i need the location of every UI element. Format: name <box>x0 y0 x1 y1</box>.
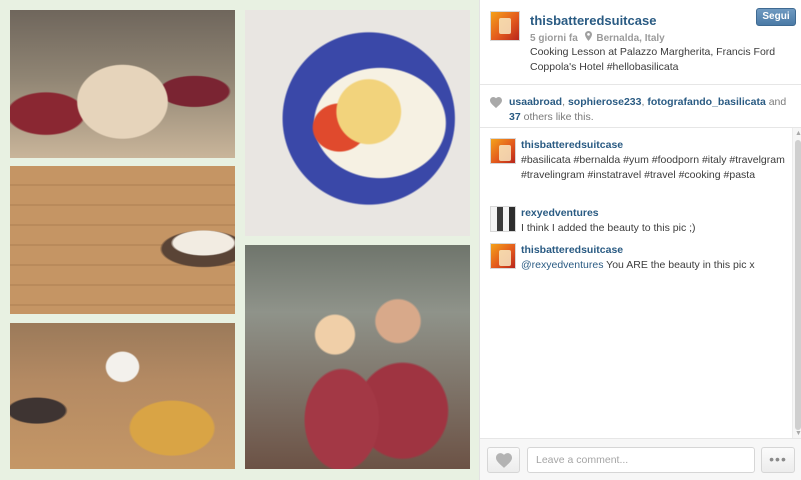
commenter-username[interactable]: thisbatteredsuitcase <box>521 244 623 256</box>
post-caption: Cooking Lesson at Palazzo Margherita, Fr… <box>530 46 776 73</box>
post-actions: ••• <box>480 438 801 480</box>
scrollbar-thumb[interactable] <box>795 140 801 430</box>
post-time[interactable]: 5 giorni fa <box>530 33 578 44</box>
comment-text: I think I added the beauty to this pic ;… <box>521 222 696 234</box>
liker-link[interactable]: usaabroad <box>509 96 562 108</box>
photo-tile-couple <box>245 245 470 469</box>
liker-link[interactable]: fotografando_basilicata <box>647 96 765 108</box>
comment-text: @rexyedventures You ARE the beauty in th… <box>521 258 786 273</box>
comment-text: #basilicata #bernalda #yum #foodporn #it… <box>521 154 785 181</box>
liker-link[interactable]: sophierose233 <box>568 96 642 108</box>
comment-item: rexyedventures I think I added the beaut… <box>480 206 792 244</box>
photo-tile-gnocchi <box>10 323 235 469</box>
likes-others-text: others like this. <box>520 111 594 123</box>
comment-mention[interactable]: @rexyedventures <box>521 259 603 271</box>
scroll-up-arrow-icon[interactable]: ▲ <box>795 130 801 137</box>
comment-item: thisbatteredsuitcase @rexyedventures You… <box>480 243 792 281</box>
comment-input[interactable] <box>527 447 755 473</box>
photo-tile-pasta-dish <box>245 10 470 236</box>
comment-list: thisbatteredsuitcase #basilicata #bernal… <box>480 128 792 436</box>
post-photo-collage[interactable] <box>0 0 479 480</box>
map-pin-icon <box>584 31 592 44</box>
more-options-button[interactable]: ••• <box>761 447 795 473</box>
heart-icon <box>490 97 502 108</box>
comment-text-body: You ARE the beauty in this pic x <box>603 259 755 271</box>
comments-scrollbar[interactable]: ▲ ▼ <box>792 128 801 438</box>
scroll-down-arrow-icon[interactable]: ▼ <box>795 430 801 437</box>
commenter-username[interactable]: thisbatteredsuitcase <box>521 139 623 151</box>
instagram-post-view: thisbatteredsuitcase 5 giorni fa Bernald… <box>0 0 801 480</box>
commenter-username[interactable]: rexyedventures <box>521 207 599 219</box>
commenter-avatar[interactable] <box>490 243 516 269</box>
likes-others-count[interactable]: 37 <box>509 111 521 123</box>
commenter-avatar[interactable] <box>490 206 516 232</box>
likes-and-text: and <box>765 96 787 108</box>
author-avatar[interactable] <box>490 11 520 41</box>
comment-item: thisbatteredsuitcase #basilicata #bernal… <box>480 138 792 206</box>
photo-tile-pasta-shapes <box>10 166 235 314</box>
post-meta: 5 giorni fa Bernalda, Italy <box>530 31 665 44</box>
heart-icon <box>496 453 512 468</box>
like-button[interactable] <box>487 447 520 473</box>
post-sidebar: thisbatteredsuitcase 5 giorni fa Bernald… <box>479 0 801 480</box>
post-location[interactable]: Bernalda, Italy <box>596 33 664 44</box>
likes-summary: usaabroad, sophierose233, fotografando_b… <box>480 84 801 128</box>
author-username[interactable]: thisbatteredsuitcase <box>530 13 656 28</box>
commenter-avatar[interactable] <box>490 138 516 164</box>
follow-button[interactable]: Segui <box>756 8 796 26</box>
photo-tile-cooking-class <box>10 10 235 158</box>
post-header: thisbatteredsuitcase 5 giorni fa Bernald… <box>480 0 801 84</box>
